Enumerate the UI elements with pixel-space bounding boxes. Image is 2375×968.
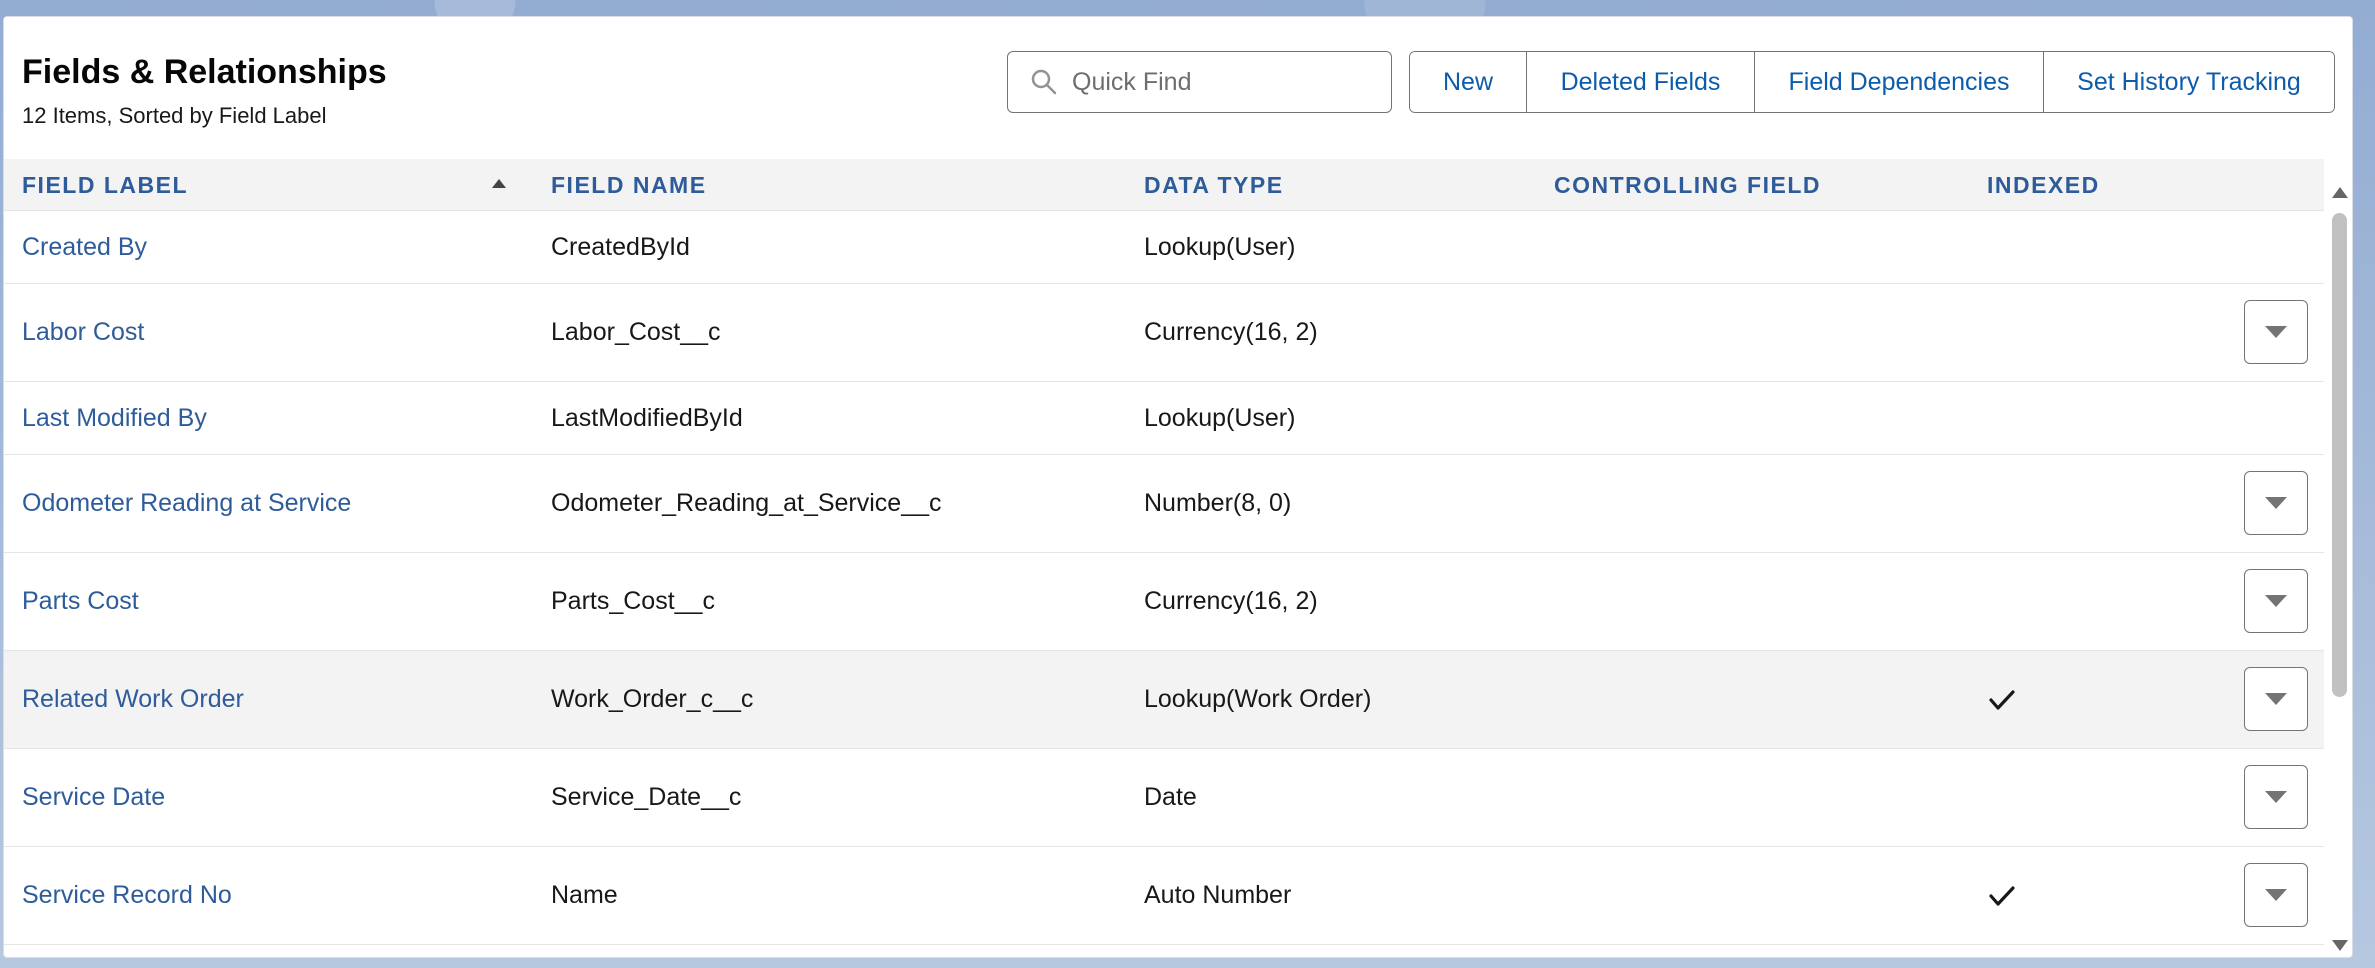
chevron-down-icon <box>2265 693 2287 705</box>
scroll-thumb[interactable] <box>2332 213 2347 697</box>
row-actions-dropdown[interactable] <box>2244 300 2308 364</box>
field-dependencies-button[interactable]: Field Dependencies <box>1755 52 2044 112</box>
row-actions-dropdown[interactable] <box>2244 765 2308 829</box>
checkmark-icon <box>1989 885 2015 906</box>
column-data-type[interactable]: DATA TYPE <box>1144 159 1284 211</box>
field-name-cell: Parts_Cost__c <box>551 587 715 615</box>
field-name-cell: Name <box>551 881 618 909</box>
table-row: Labor Cost Labor_Cost__c Currency(16, 2) <box>4 284 2324 382</box>
quick-find-search[interactable] <box>1007 51 1392 113</box>
field-label-link[interactable]: Last Modified By <box>22 382 207 454</box>
new-button[interactable]: New <box>1410 52 1527 112</box>
table-header-row: FIELD LABEL FIELD NAME DATA TYPE CONTROL… <box>4 159 2324 211</box>
field-label-link[interactable]: Service Record No <box>22 847 232 944</box>
chevron-down-icon <box>2265 497 2287 509</box>
table-row: Service Record No Name Auto Number <box>4 847 2324 945</box>
field-label-link[interactable]: Related Work Order <box>22 651 244 748</box>
column-controlling-field[interactable]: CONTROLLING FIELD <box>1554 159 1821 211</box>
chevron-down-icon <box>2265 889 2287 901</box>
item-count-subtitle: 12 Items, Sorted by Field Label <box>22 103 327 128</box>
field-label-link[interactable]: Labor Cost <box>22 284 144 381</box>
row-actions-dropdown[interactable] <box>2244 667 2308 731</box>
field-name-cell: Labor_Cost__c <box>551 318 721 346</box>
data-type-cell: Lookup(User) <box>1144 232 1296 261</box>
data-type-cell: Auto Number <box>1144 881 1292 909</box>
field-label-link[interactable]: Service Date <box>22 749 165 846</box>
page-title: Fields & Relationships <box>22 53 387 91</box>
checkmark-icon <box>1989 689 2015 710</box>
data-type-cell: Number(8, 0) <box>1144 489 1292 517</box>
field-label-link[interactable]: Created By <box>22 211 147 283</box>
chevron-down-icon <box>2265 791 2287 803</box>
field-name-cell: Work_Order_c__c <box>551 685 754 713</box>
column-indexed[interactable]: INDEXED <box>1987 159 2100 211</box>
column-field-label[interactable]: FIELD LABEL <box>22 159 188 211</box>
table-row: Last Modified By LastModifiedById Lookup… <box>4 382 2324 455</box>
field-name-cell: CreatedById <box>551 232 690 261</box>
table-row: Created By CreatedById Lookup(User) <box>4 211 2324 284</box>
card-header: Fields & Relationships 12 Items, Sorted … <box>4 17 2352 159</box>
table-row: Parts Cost Parts_Cost__c Currency(16, 2) <box>4 553 2324 651</box>
indexed-cell <box>1987 651 2017 748</box>
table-row: Odometer Reading at Service Odometer_Rea… <box>4 455 2324 553</box>
data-type-cell: Lookup(Work Order) <box>1144 685 1372 713</box>
chevron-down-icon <box>2265 326 2287 338</box>
scroll-down-arrow-icon[interactable] <box>2332 940 2348 951</box>
field-name-cell: Odometer_Reading_at_Service__c <box>551 489 942 517</box>
fields-table: FIELD LABEL FIELD NAME DATA TYPE CONTROL… <box>4 159 2324 957</box>
set-history-tracking-button[interactable]: Set History Tracking <box>2044 52 2334 112</box>
table-scrollbar[interactable] <box>2328 159 2350 957</box>
table-row: Service Date Service_Date__c Date <box>4 749 2324 847</box>
row-actions-dropdown[interactable] <box>2244 569 2308 633</box>
row-actions-dropdown[interactable] <box>2244 863 2308 927</box>
deleted-fields-button[interactable]: Deleted Fields <box>1527 52 1755 112</box>
row-actions-dropdown[interactable] <box>2244 471 2308 535</box>
search-icon <box>1031 69 1057 95</box>
field-label-link[interactable]: Parts Cost <box>22 553 139 650</box>
field-name-cell: Service_Date__c <box>551 783 742 811</box>
fields-relationships-card: Fields & Relationships 12 Items, Sorted … <box>3 16 2353 958</box>
column-field-name[interactable]: FIELD NAME <box>551 159 707 211</box>
data-type-cell: Date <box>1144 783 1197 811</box>
scroll-up-arrow-icon[interactable] <box>2332 187 2348 198</box>
sort-ascending-icon[interactable] <box>492 179 506 188</box>
data-type-cell: Lookup(User) <box>1144 403 1296 432</box>
indexed-cell <box>1987 847 2017 944</box>
field-name-cell: LastModifiedById <box>551 403 743 432</box>
chevron-down-icon <box>2265 595 2287 607</box>
header-button-group: New Deleted Fields Field Dependencies Se… <box>1409 51 2335 113</box>
quick-find-input[interactable] <box>1072 67 1372 97</box>
field-label-link[interactable]: Odometer Reading at Service <box>22 455 351 552</box>
table-row: Related Work Order Work_Order_c__c Looku… <box>4 651 2324 749</box>
data-type-cell: Currency(16, 2) <box>1144 587 1318 615</box>
data-type-cell: Currency(16, 2) <box>1144 318 1318 346</box>
